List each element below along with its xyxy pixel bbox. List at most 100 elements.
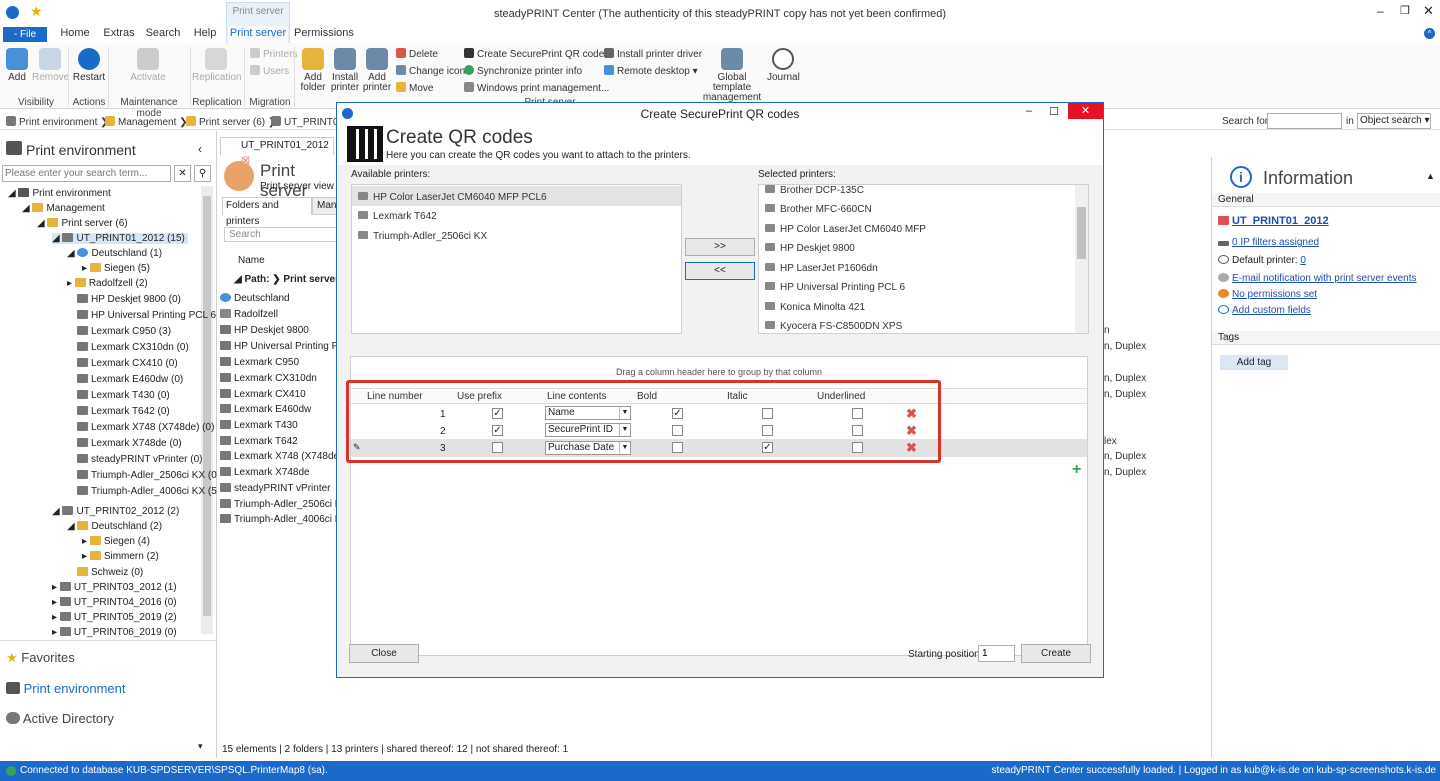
tree-node[interactable]: Triumph-Adler_4006ci KX (5 [77,486,217,497]
list-scrollbar[interactable] [1075,185,1088,333]
list-item[interactable]: Konica Minolta 421 [765,302,865,313]
tree-node[interactable]: ▸ Simmern (2) [82,551,159,562]
restart-button[interactable]: Restart [72,48,106,83]
tree-node-selected[interactable]: ◢ UT_PRINT01_2012 (15) [52,233,188,244]
tree-node[interactable]: Lexmark CX410 (0) [77,358,178,369]
add-printer-button[interactable]: Add printer [362,48,392,93]
column-name[interactable]: Name [238,255,265,266]
tree-node[interactable]: HP Deskjet 9800 (0) [77,294,181,305]
nav-favorites[interactable]: ★ Favorites [6,650,75,666]
install-printer-button[interactable]: Install printer [330,48,360,93]
list-item[interactable]: Lexmark T642 [220,436,298,447]
list-item[interactable]: Lexmark CX410 [220,389,306,400]
add-folder-button[interactable]: Add folder [298,48,328,93]
tree-node[interactable]: Lexmark E460dw (0) [77,374,183,385]
list-item[interactable]: Radolfzell [220,309,278,320]
tree-node[interactable]: Lexmark T430 (0) [77,390,170,401]
default-printer-count[interactable]: 0 [1300,255,1306,266]
list-item[interactable]: Lexmark T642 [358,211,437,222]
tab-extras[interactable]: Extras [102,26,136,43]
breadcrumb-item[interactable]: Management ❯ [105,116,188,128]
list-item[interactable]: Deutschland [220,293,290,304]
selected-printers-list[interactable]: Brother DCP-135C Brother MFC-660CN HP Co… [758,184,1089,334]
tab-search[interactable]: Search [144,26,182,43]
global-template-button[interactable]: Global template management [698,48,766,103]
search-icon[interactable]: ⚲ [194,165,211,182]
list-item[interactable]: Lexmark X748de [220,467,310,478]
list-item[interactable]: Lexmark CX310dn [220,373,317,384]
tab-folders-and-printers[interactable]: Folders and printers [222,197,312,227]
tree-node[interactable]: Lexmark C950 (3) [77,326,171,337]
install-driver-button[interactable]: Install printer driver [604,48,702,60]
ip-filters-link[interactable]: 0 IP filters assigned [1218,237,1319,248]
collapse-panel-icon[interactable]: ‹ [198,142,202,156]
sync-printer-info-button[interactable]: Synchronize printer info [464,65,582,77]
permissions-link[interactable]: No permissions set [1218,289,1317,300]
nav-active-directory[interactable]: Active Directory [6,711,114,726]
server-name[interactable]: UT_PRINT01_2012 [1218,215,1329,227]
tree-node[interactable]: Lexmark X748de (0) [77,438,182,449]
starting-position-input[interactable] [978,645,1015,662]
list-item[interactable]: Triumph-Adler_2506ci K [220,499,341,510]
breadcrumb-item[interactable]: Print environment ❯ [6,116,109,128]
tree-scrollbar[interactable] [201,186,213,634]
tags-section-header[interactable]: Tags [1212,331,1440,345]
list-item[interactable]: HP Deskjet 9800 [220,325,309,336]
add-custom-fields-link[interactable]: Add custom fields [1218,305,1311,316]
tree-node[interactable]: ▸ Siegen (4) [82,536,150,547]
list-item[interactable]: steadyPRINT vPrinter [220,483,331,494]
list-item[interactable]: HP Universal Printing PCL 6 [765,282,905,293]
ribbon-collapse-icon[interactable]: ^ [1424,28,1435,39]
dialog-minimize-button[interactable]: – [1026,105,1032,117]
tree-node[interactable]: ▸ UT_PRINT04_2016 (0) [52,597,177,608]
tree-node[interactable]: HP Universal Printing PCL 6 [77,310,216,321]
tree-node[interactable]: Lexmark T642 (0) [77,406,170,417]
minimize-button[interactable]: – [1377,4,1384,18]
remove-selected-button[interactable]: << [685,262,755,280]
clear-search-button[interactable]: ✕ [174,165,191,182]
list-item[interactable]: HP Color LaserJet CM6040 MFP [765,224,926,235]
global-search-input[interactable] [1267,113,1342,129]
close-window-button[interactable]: ✕ [1423,3,1434,19]
list-item[interactable]: Triumph-Adler_2506ci KX [358,231,487,242]
nav-print-environment[interactable]: Print environment [6,681,126,696]
available-printers-list[interactable]: HP Color LaserJet CM6040 MFP PCL6 Lexmar… [351,184,682,334]
tab-home[interactable]: Home [58,26,92,43]
file-tab[interactable]: - File [3,27,47,42]
document-tab[interactable]: UT_PRINT01_2012 ☒ [220,137,334,167]
breadcrumb-item[interactable]: Print server (6) ❯ [186,116,276,128]
tree-node[interactable]: ▸ UT_PRINT06_2019 (0) [52,627,177,638]
general-section-header[interactable]: General [1212,193,1440,207]
list-item[interactable]: Lexmark X748 (X748de) [220,451,342,462]
create-button[interactable]: Create [1021,644,1091,663]
maximize-button[interactable]: ❐ [1400,4,1410,17]
search-scope-select[interactable]: Object search ▾ [1357,113,1431,129]
tree-node[interactable]: Lexmark X748 (X748de) (0) [77,422,214,433]
tree-node[interactable]: steadyPRINT vPrinter (0) [77,454,203,465]
tree-node[interactable]: Triumph-Adler_2506ci KX (0 [77,470,217,481]
delete-button[interactable]: Delete [396,48,438,60]
list-item[interactable]: HP Deskjet 9800 [765,243,855,254]
add-selected-button[interactable]: >> [685,238,755,256]
tree-node[interactable]: Lexmark CX310dn (0) [77,342,189,353]
list-item[interactable]: HP LaserJet P1606dn [765,263,878,274]
tree-node[interactable]: Schweiz (0) [77,567,143,578]
users-button[interactable]: Users [250,65,289,77]
email-notification-link[interactable]: E-mail notification with print server ev… [1218,273,1417,284]
tree-node[interactable]: ▸ Radolfzell (2) [67,278,148,289]
tree-search-input[interactable] [2,165,171,182]
journal-button[interactable]: Journal [767,48,800,83]
change-icon-button[interactable]: Change icon [396,65,465,77]
tree-node[interactable]: ◢ Print server (6) [37,218,128,229]
replication-button[interactable]: Replication [192,48,241,83]
tab-permissions[interactable]: Permissions [294,26,354,43]
activate-button[interactable]: Activate [128,48,168,83]
list-item[interactable]: Lexmark C950 [220,357,299,368]
close-button[interactable]: Close [349,644,419,663]
tree-node[interactable]: ◢ UT_PRINT02_2012 (2) [52,506,179,517]
list-item[interactable]: Lexmark T430 [220,420,298,431]
dialog-close-button[interactable]: ✕ [1068,103,1103,119]
remove-button[interactable]: Remove [32,48,69,83]
tree-node[interactable]: ◢ Deutschland (1) [67,248,162,259]
nav-options-icon[interactable]: ▾ [198,741,203,752]
